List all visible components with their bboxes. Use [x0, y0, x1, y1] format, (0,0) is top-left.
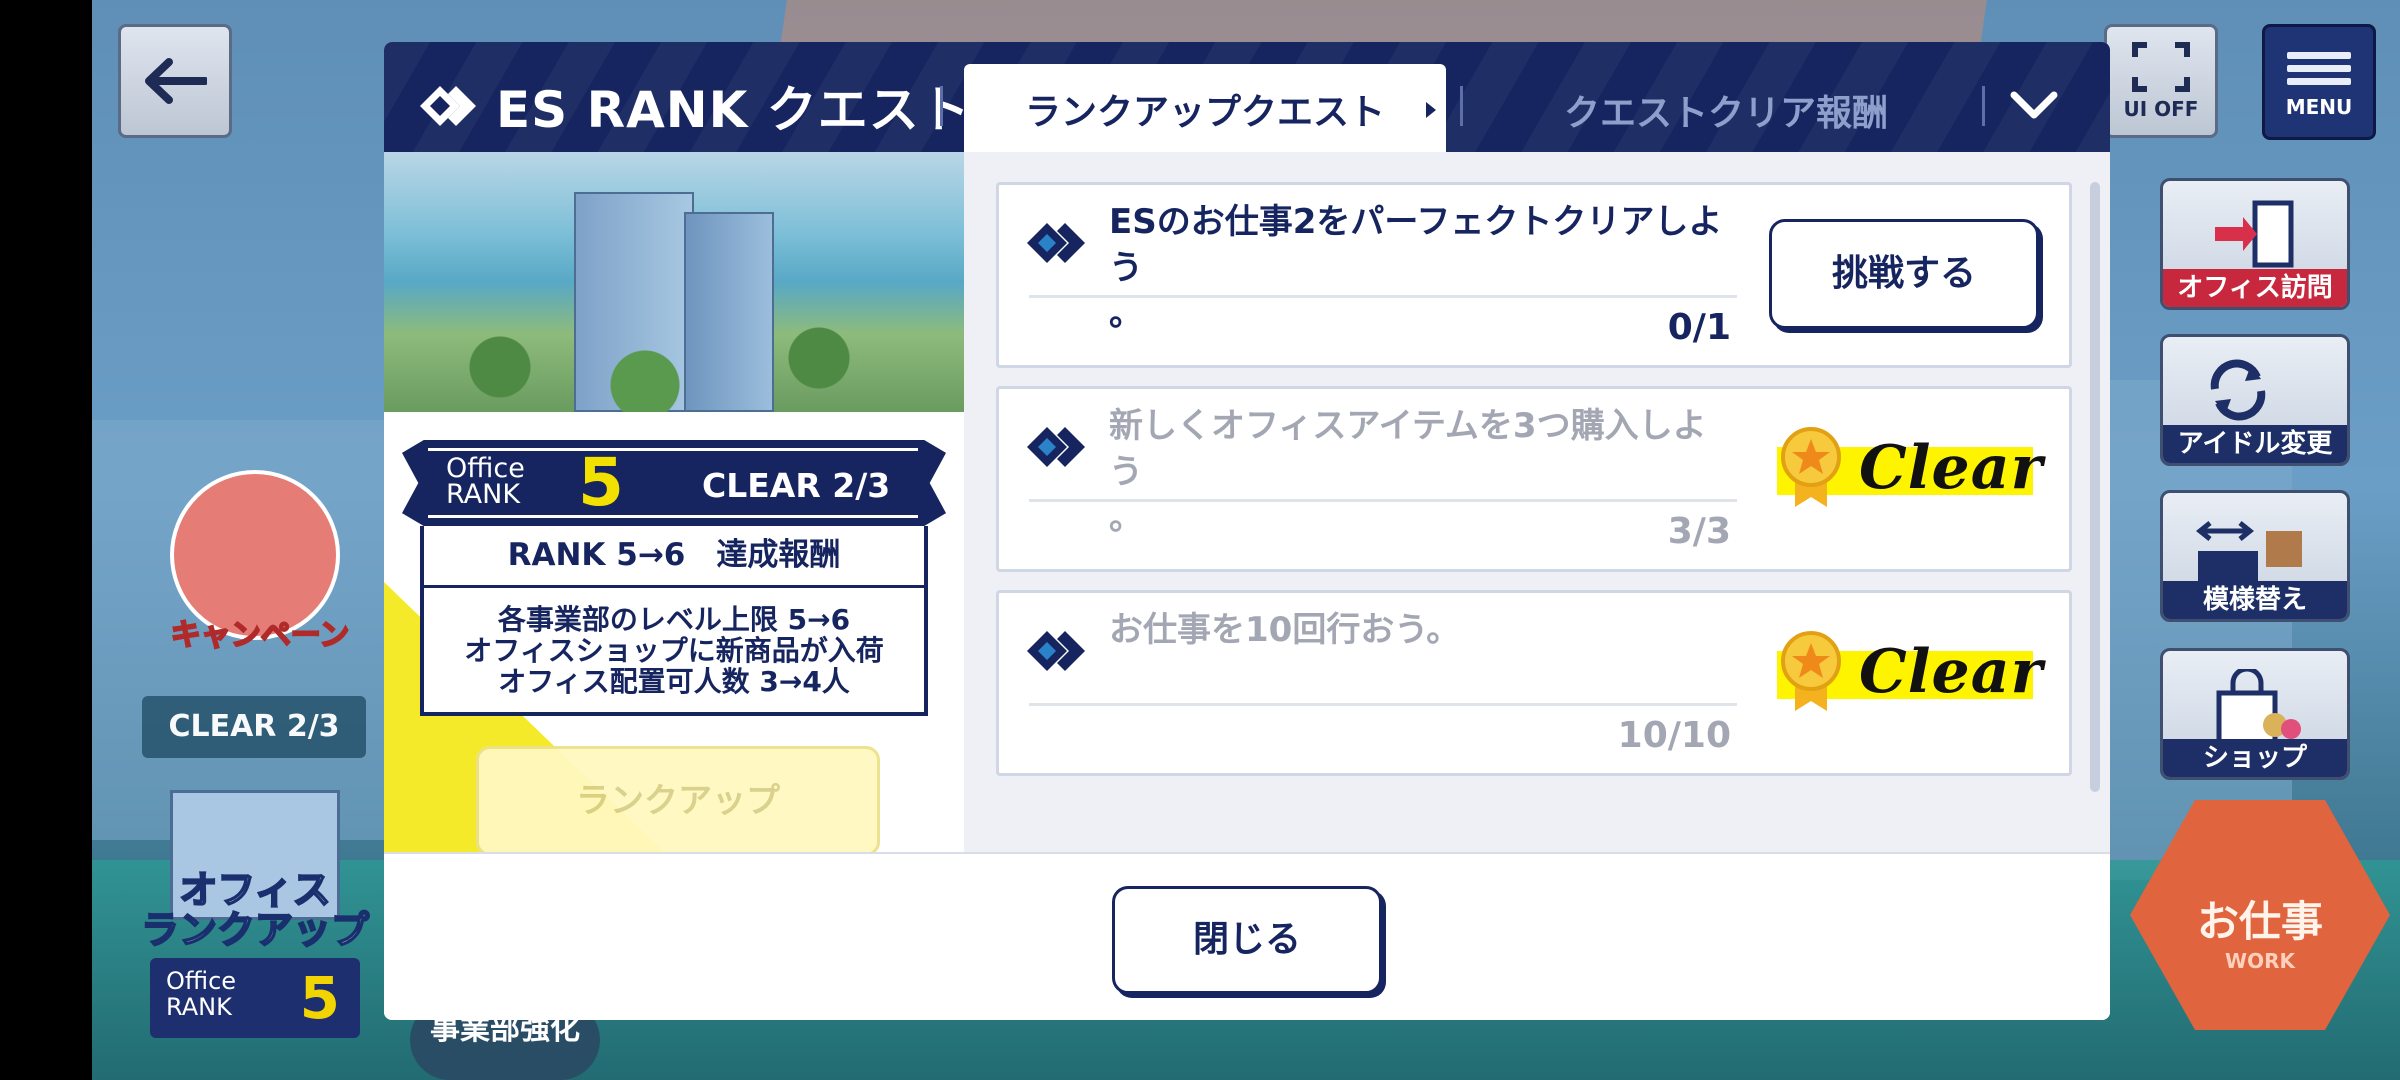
side-button-label: ショップ: [2163, 739, 2347, 777]
es-rank-quest-dialog: ES RANK クエスト ランクアップクエスト クエストクリア報酬 Office…: [384, 42, 2110, 1020]
es-diamond-icon: [1027, 631, 1085, 671]
arrow-left-icon: [145, 58, 207, 104]
quest-text: お仕事を10回行おう。: [1109, 610, 1461, 650]
header-divider: [940, 86, 943, 126]
office-rank-label: Office RANK: [446, 453, 525, 510]
office-rank-box: Office RANK 5: [150, 958, 360, 1038]
ui-off-label: UI OFF: [2123, 97, 2199, 121]
header-divider: [1460, 86, 1463, 126]
rank-reward-box: RANK 5→6 達成報酬 各事業部のレベル上限 5→6 オフィスショップに新商…: [420, 526, 928, 716]
ui-off-button[interactable]: UI OFF: [2104, 24, 2218, 138]
quest-list: ESのお仕事2をパーフェクトクリアしよう 。 0/1 挑戦する 新しくオフィスア…: [964, 152, 2110, 852]
quest-divider: [1029, 703, 1737, 706]
office-rank-number: 5: [578, 444, 624, 521]
campaign-label: キャンペーン: [170, 617, 351, 654]
fullscreen-icon: [2132, 42, 2190, 92]
close-button[interactable]: 閉じる: [1112, 886, 1382, 994]
reward-item: オフィス配置可人数 3→4人: [498, 665, 850, 698]
scrollbar[interactable]: [2090, 182, 2100, 792]
es-diamond-icon: [1027, 427, 1085, 467]
challenge-button[interactable]: 挑戦する: [1769, 219, 2039, 329]
office-visit-button[interactable]: オフィス訪問: [2160, 178, 2350, 310]
hamburger-icon: [2287, 46, 2351, 91]
furniture-icon: [2195, 521, 2302, 581]
remodel-button[interactable]: 模様替え: [2160, 490, 2350, 622]
tab-quest-clear-reward[interactable]: クエストクリア報酬: [1466, 86, 1986, 142]
rank-ribbon: Office RANK 5 CLEAR 2/3: [402, 440, 946, 526]
swap-icon: [2210, 359, 2266, 421]
tab-rankup-quest[interactable]: ランクアップクエスト: [964, 64, 1446, 154]
reward-list: 各事業部のレベル上限 5→6 オフィスショップに新商品が入荷 オフィス配置可人数…: [424, 588, 924, 697]
clear-progress-badge: CLEAR 2/3: [142, 696, 366, 758]
reward-title: RANK 5→6 達成報酬: [424, 526, 924, 588]
rank-info-pane: Office RANK 5 CLEAR 2/3 RANK 5→6 達成報酬 各事…: [384, 152, 964, 852]
header-divider: [1982, 86, 1985, 126]
menu-button[interactable]: MENU: [2262, 24, 2376, 140]
quest-progress: 0/1: [1667, 307, 1731, 348]
idol-change-button[interactable]: アイドル変更: [2160, 334, 2350, 466]
work-button[interactable]: お仕事 WORK: [2130, 800, 2390, 1030]
quest-item: 新しくオフィスアイテムを3つ購入しよう 。 3/3 Clear: [996, 386, 2072, 572]
quest-progress: 3/3: [1667, 511, 1731, 552]
door-icon: [2215, 200, 2294, 268]
dialog-title-group: ES RANK クエスト: [418, 70, 971, 142]
tab-label: ランクアップクエスト: [1024, 92, 1385, 133]
side-button-label: アイドル変更: [2163, 425, 2347, 463]
clear-count: CLEAR 2/3: [702, 466, 891, 505]
star-medal-icon: [1781, 631, 1841, 711]
reward-item: 各事業部のレベル上限 5→6: [497, 603, 851, 636]
rankup-button[interactable]: ランクアップ: [476, 746, 880, 852]
clear-badge: Clear: [1777, 427, 2042, 507]
clear-label: Clear: [1859, 637, 2044, 707]
campaign-button[interactable]: キャンペーン: [150, 470, 350, 654]
quest-item: ESのお仕事2をパーフェクトクリアしよう 。 0/1 挑戦する: [996, 182, 2072, 368]
clear-label: Clear: [1859, 433, 2044, 503]
dialog-footer: 閉じる: [384, 852, 2110, 1020]
es-diamond-icon: [420, 86, 476, 126]
office-rankup-button[interactable]: オフィス ランクアップ Office RANK 5: [130, 780, 380, 1050]
back-button[interactable]: [118, 24, 232, 138]
quest-divider: [1029, 499, 1737, 502]
clear-badge: Clear: [1777, 631, 2042, 711]
side-button-label: オフィス訪問: [2163, 269, 2347, 307]
es-diamond-icon: [1027, 223, 1085, 263]
office-rankup-label: オフィス ランクアップ: [140, 868, 370, 952]
side-button-label: 模様替え: [2163, 581, 2347, 619]
chevron-down-icon: [2010, 91, 2058, 119]
quest-divider: [1029, 295, 1737, 298]
menu-label: MENU: [2285, 94, 2353, 119]
caret-right-icon: [1426, 102, 1436, 118]
star-medal-icon: [1781, 427, 1841, 507]
reward-item: オフィスショップに新商品が入荷: [464, 634, 884, 667]
shop-button[interactable]: ショップ: [2160, 648, 2350, 780]
quest-progress: 10/10: [1617, 715, 1731, 756]
shopping-bag-icon: [2216, 669, 2301, 746]
dialog-header: ES RANK クエスト ランクアップクエスト クエストクリア報酬: [384, 42, 2110, 154]
quest-item: お仕事を10回行おう。 10/10 Clear: [996, 590, 2072, 776]
work-label: お仕事: [2196, 896, 2323, 946]
rank-card: Office RANK 5 CLEAR 2/3 RANK 5→6 達成報酬 各事…: [402, 440, 946, 716]
office-building-illustration: [384, 152, 964, 412]
work-sublabel: WORK: [2225, 948, 2295, 973]
dialog-title: ES RANK クエスト: [496, 81, 971, 139]
dropdown-button[interactable]: [2004, 78, 2064, 134]
